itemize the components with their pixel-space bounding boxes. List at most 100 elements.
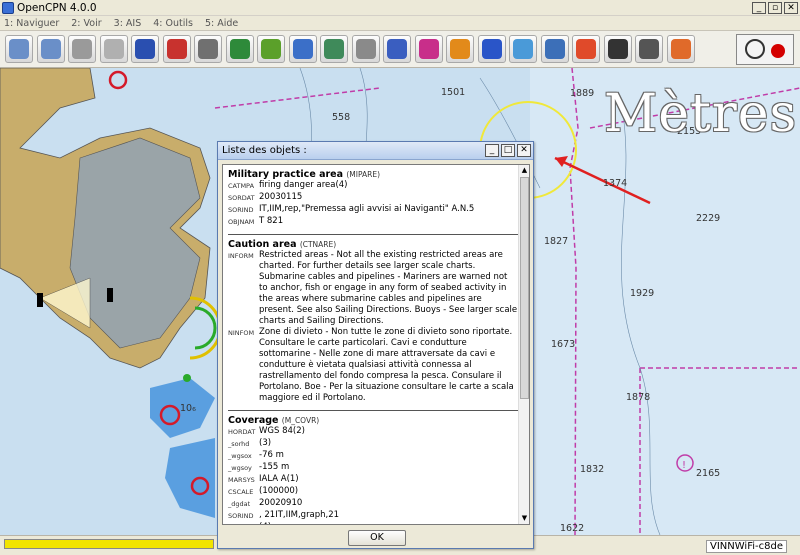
depth-sounding: 1827 bbox=[544, 236, 569, 247]
dog-icon bbox=[639, 39, 659, 59]
attribute-key: INFORM bbox=[228, 252, 254, 260]
window-titlebar: OpenCPN 4.0.0 _ ▫ ✕ bbox=[0, 0, 800, 16]
attribute-key: CATMPA bbox=[228, 182, 255, 190]
dialog-title: Liste des objets : bbox=[222, 145, 307, 156]
depth-sounding: 1889 bbox=[570, 88, 595, 99]
section-code: (MIPARE) bbox=[346, 170, 381, 179]
funnel-icon bbox=[72, 39, 92, 59]
depth-sounding: 558 bbox=[332, 112, 351, 123]
lifebuoy-button[interactable] bbox=[572, 35, 600, 63]
ring-button[interactable] bbox=[666, 35, 695, 63]
ring-icon bbox=[670, 39, 691, 59]
scroll-down-icon[interactable]: ▼ bbox=[520, 514, 529, 523]
attribute-row: OBJNAM T 821 bbox=[228, 216, 518, 228]
dialog-titlebar[interactable]: Liste des objets : _ □ ✕ bbox=[218, 142, 533, 160]
sunset-button[interactable] bbox=[446, 35, 474, 63]
window-restore-button[interactable]: ▫ bbox=[768, 1, 782, 14]
print-icon bbox=[355, 39, 376, 59]
settings-button[interactable] bbox=[509, 35, 537, 63]
section-name: Coverage bbox=[228, 415, 279, 426]
attribute-value: , 21IT,IIM,graph,21 bbox=[259, 510, 340, 520]
attribute-key: NINFOM bbox=[228, 329, 255, 337]
attribute-value: 20020910 bbox=[259, 498, 303, 508]
route-button[interactable] bbox=[131, 35, 159, 63]
attribute-value: IT,IIM,rep,"Premessa agli avvisi ai Navi… bbox=[259, 204, 475, 214]
attribute-row: SORDAT 20030115 bbox=[228, 192, 518, 204]
scroll-thumb[interactable] bbox=[520, 177, 529, 399]
attribute-value: (4) bbox=[259, 522, 518, 524]
attribute-row: INFORM Restricted areas - Not all the exi… bbox=[228, 250, 518, 327]
dialog-minimize-button[interactable]: _ bbox=[485, 144, 499, 157]
track-button[interactable] bbox=[414, 35, 443, 63]
document-button[interactable] bbox=[603, 35, 632, 63]
ship-button[interactable] bbox=[99, 35, 128, 63]
dialog-scrollbar[interactable]: ▲ ▼ bbox=[518, 165, 529, 524]
depth-sounding: 10₆ bbox=[180, 403, 196, 414]
window-minimize-button[interactable]: _ bbox=[752, 1, 766, 14]
tide-button[interactable] bbox=[288, 35, 317, 63]
menu-aide[interactable]: 5: Aide bbox=[205, 18, 238, 29]
menu-naviguer[interactable]: 1: Naviguer bbox=[4, 18, 59, 29]
gps-status-icon bbox=[771, 44, 785, 58]
attribute-row: CATMPA firing danger area(4) bbox=[228, 180, 518, 192]
object-list-content[interactable]: Military practice area (MIPARE) CATMPA fir… bbox=[222, 164, 530, 525]
chart-button[interactable] bbox=[383, 35, 411, 63]
attribute-row: _dgdat 20020910 bbox=[228, 498, 518, 510]
boat-button[interactable] bbox=[162, 35, 191, 63]
dialog-close-button[interactable]: ✕ bbox=[517, 144, 531, 157]
attribute-value: -76 m bbox=[259, 450, 284, 460]
object-section: Caution area (CTNARE) INFORM Restricted ar… bbox=[228, 239, 518, 404]
attribute-key: _quart bbox=[228, 522, 259, 524]
zoom-out-button[interactable] bbox=[36, 35, 65, 63]
add-text-button[interactable] bbox=[225, 35, 254, 63]
lifebuoy-icon bbox=[576, 39, 596, 59]
attribute-key: _wgsox bbox=[228, 452, 252, 460]
attribute-value: WGS 84(2) bbox=[259, 426, 305, 436]
attribute-row: CSCALE (100000) bbox=[228, 486, 518, 498]
attribute-key: SORIND bbox=[228, 206, 254, 214]
app-logo-icon bbox=[2, 1, 14, 14]
section-divider bbox=[228, 234, 518, 235]
attribute-value: 20030115 bbox=[259, 192, 303, 202]
compass-icon bbox=[745, 39, 765, 59]
print-button[interactable] bbox=[351, 35, 380, 63]
section-divider bbox=[228, 410, 518, 411]
funnel-button[interactable] bbox=[68, 35, 96, 63]
scroll-up-icon[interactable]: ▲ bbox=[520, 166, 529, 175]
attribute-row: _quart(4) bbox=[228, 522, 518, 524]
depth-sounding: 1374 bbox=[603, 178, 628, 189]
menu-ais[interactable]: 3: AIS bbox=[114, 18, 142, 29]
section-title: Coverage (M_COVR) bbox=[228, 415, 518, 426]
ok-button[interactable]: OK bbox=[348, 530, 406, 546]
section-name: Military practice area bbox=[228, 169, 344, 180]
pencil-button[interactable] bbox=[257, 35, 285, 63]
window-close-button[interactable]: ✕ bbox=[784, 1, 798, 14]
attribute-value: firing danger area(4) bbox=[259, 180, 348, 190]
section-name: Caution area bbox=[228, 239, 297, 250]
compass-widget[interactable] bbox=[736, 34, 794, 65]
dashboard-button[interactable] bbox=[540, 35, 569, 63]
wrench-button[interactable] bbox=[194, 35, 222, 63]
section-code: (M_COVR) bbox=[281, 416, 320, 425]
attribute-value: T 821 bbox=[259, 216, 284, 226]
layers-icon bbox=[324, 39, 344, 59]
zoom-in-button[interactable] bbox=[5, 35, 33, 63]
layers-button[interactable] bbox=[320, 35, 348, 63]
attribute-value: (100000) bbox=[259, 486, 299, 496]
dog-button[interactable] bbox=[635, 35, 663, 63]
attribute-row: _sorhd (3) bbox=[228, 438, 518, 450]
help-icon bbox=[481, 39, 502, 59]
attribute-key: SORIND bbox=[228, 512, 254, 520]
attribute-key: OBJNAM bbox=[228, 218, 255, 226]
object-section: Coverage (M_COVR) HORDAT WGS 84(2) _sorhd (3… bbox=[228, 415, 518, 524]
attribute-key: SORDAT bbox=[228, 194, 255, 202]
pencil-icon bbox=[261, 39, 281, 59]
menu-voir[interactable]: 2: Voir bbox=[71, 18, 101, 29]
menu-outils[interactable]: 4: Outils bbox=[153, 18, 193, 29]
dashboard-icon bbox=[544, 39, 565, 59]
object-list-dialog: Liste des objets : _ □ ✕ Military practi… bbox=[217, 141, 534, 549]
help-button[interactable] bbox=[477, 35, 506, 63]
zoom-in-icon bbox=[9, 39, 29, 59]
route-icon bbox=[135, 39, 155, 59]
dialog-maximize-button[interactable]: □ bbox=[501, 144, 515, 157]
